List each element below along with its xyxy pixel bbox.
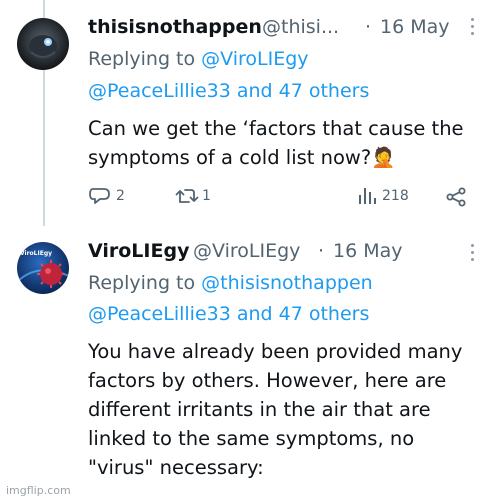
mention-link[interactable]: @thisisnothappen <box>201 272 373 294</box>
facepalm-emoji: 🤦 <box>371 146 396 169</box>
replying-to-others: @PeaceLillie33 and 47 others <box>88 303 369 325</box>
tweet-text-line: Can we get the ‘factors that cause the <box>88 117 464 140</box>
tweet-text-line: "virus" necessary: <box>88 456 264 479</box>
mention-others-link[interactable]: @PeaceLillie33 and 47 others <box>88 303 369 325</box>
reply-button[interactable]: 2 <box>89 186 125 206</box>
virus-logo-avatar-icon[interactable]: ViroLIEgy <box>17 242 69 294</box>
tweet-viroliegy[interactable]: ViroLIEgy ViroLIEgy @ViroLIEgy · 16 May … <box>0 226 501 499</box>
watermark: imgflip.com <box>6 484 71 497</box>
retweet-button[interactable]: 1 <box>175 187 211 205</box>
tweet-text-line: different irritants in the air that are <box>88 398 431 421</box>
replying-to: Replying to @thisisnothappen <box>88 272 373 294</box>
share-button[interactable] <box>445 187 467 207</box>
display-name[interactable]: ViroLIEgy <box>88 240 189 262</box>
view-count: 218 <box>382 188 409 204</box>
reply-icon <box>89 188 110 204</box>
tweet-date[interactable]: 16 May <box>333 240 403 262</box>
avatar-logo-text: ViroLIEgy <box>20 250 53 257</box>
replying-prefix: Replying to <box>88 48 196 70</box>
reply-count: 2 <box>116 188 125 204</box>
tweet-text-line: factors by others. However, here are <box>88 369 447 392</box>
handle[interactable]: @ViroLIEgy <box>193 240 300 262</box>
retweet-icon <box>175 189 199 203</box>
separator-dot: · <box>365 16 372 38</box>
tweet-text-line: symptoms of a cold list now? <box>88 146 372 169</box>
tweet-date[interactable]: 16 May <box>380 16 450 38</box>
tweet-text-line: linked to the same symptoms, no <box>88 427 415 450</box>
retweet-count: 1 <box>202 188 211 204</box>
mention-link[interactable]: @ViroLIEgy <box>201 48 308 70</box>
tweet-thisisnothappen[interactable]: thisisnothappen @thisi... · 16 May Reply… <box>0 0 501 226</box>
mention-others-link[interactable]: @PeaceLillie33 and 47 others <box>88 80 369 102</box>
handle[interactable]: @thisi... <box>262 16 339 38</box>
more-options-icon[interactable] <box>471 18 477 39</box>
tweet-text-line: You have already been provided many <box>88 340 463 363</box>
share-icon <box>446 187 466 207</box>
display-name[interactable]: thisisnothappen <box>88 16 262 38</box>
tweet-text-line-with-emoji: symptoms of a cold list now?🤦 <box>88 146 396 169</box>
dark-robot-avatar-icon[interactable] <box>17 18 69 70</box>
more-options-icon[interactable] <box>471 244 477 265</box>
replying-prefix: Replying to <box>88 272 196 294</box>
separator-dot: · <box>318 240 325 262</box>
replying-to-others: @PeaceLillie33 and 47 others <box>88 80 369 102</box>
views-icon <box>359 188 376 204</box>
replying-to: Replying to @ViroLIEgy <box>88 48 309 70</box>
views-button[interactable]: 218 <box>357 186 409 206</box>
